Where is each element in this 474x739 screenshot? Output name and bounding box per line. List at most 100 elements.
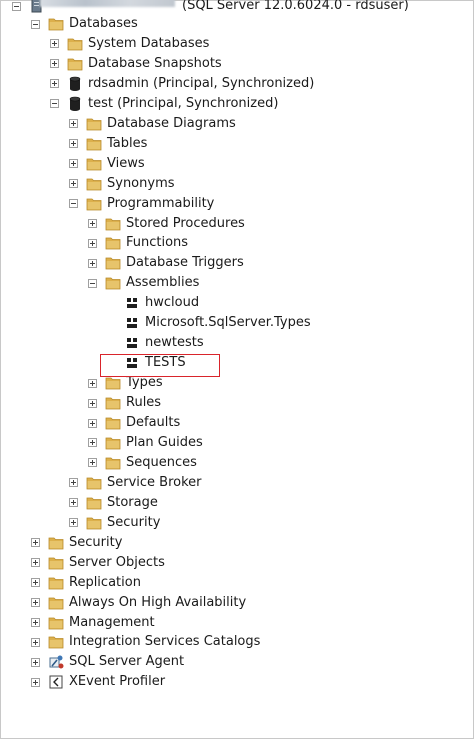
- expand-plus-icon[interactable]: [31, 558, 40, 568]
- tree-node-defaults[interactable]: Defaults: [88, 413, 180, 433]
- tree-node-label: Rules: [126, 395, 162, 411]
- tree-node-label: Tables: [107, 135, 148, 151]
- database-icon: [67, 96, 83, 112]
- tree-node-server-objects[interactable]: Server Objects: [31, 553, 165, 573]
- tree-node-database-triggers[interactable]: Database Triggers: [88, 253, 244, 273]
- tree-node-label: Synonyms: [107, 175, 175, 191]
- tree-node-synonyms[interactable]: Synonyms: [69, 174, 175, 194]
- tree-node-sequences[interactable]: Sequences: [88, 453, 197, 473]
- expand-plus-icon[interactable]: [31, 598, 40, 608]
- tree-node-label: Security: [107, 514, 161, 530]
- expand-plus-icon[interactable]: [31, 578, 40, 588]
- tree-node-views[interactable]: Views: [69, 154, 145, 174]
- tree-node-newtests[interactable]: newtests: [107, 333, 204, 353]
- expand-plus-icon[interactable]: [88, 219, 97, 228]
- folder-icon: [105, 375, 121, 391]
- expand-plus-icon[interactable]: [31, 618, 40, 627]
- collapse-minus-icon[interactable]: [31, 19, 40, 29]
- expand-plus-icon[interactable]: [31, 637, 40, 647]
- expand-plus-icon[interactable]: [88, 258, 97, 268]
- assembly-icon: [124, 295, 140, 311]
- expand-plus-icon[interactable]: [69, 179, 78, 189]
- tree-node-functions[interactable]: Functions: [88, 233, 188, 253]
- expand-plus-icon[interactable]: [69, 119, 78, 129]
- expand-plus-icon[interactable]: [69, 139, 78, 149]
- tree-node-system-databases[interactable]: System Databases: [50, 34, 209, 54]
- folder-icon: [86, 515, 102, 531]
- agent-icon: [48, 654, 64, 670]
- expand-plus-icon[interactable]: [31, 677, 40, 687]
- expand-plus-icon[interactable]: [31, 538, 40, 548]
- tree-node-microsoft-sqlserver-types[interactable]: Microsoft.SqlServer.Types: [107, 313, 311, 333]
- expand-plus-icon[interactable]: [50, 79, 59, 89]
- expand-plus-icon[interactable]: [88, 398, 97, 408]
- folder-icon: [48, 634, 64, 650]
- folder-icon: [48, 16, 64, 32]
- collapse-server-icon[interactable]: [12, 1, 21, 11]
- tree-node-label: Database Snapshots: [88, 55, 222, 71]
- tree-node-label: test (Principal, Synchronized): [88, 95, 279, 111]
- folder-icon: [48, 575, 64, 591]
- collapse-minus-icon[interactable]: [50, 99, 59, 109]
- expand-plus-icon[interactable]: [31, 657, 40, 667]
- tree-node-integration-services-catalogs[interactable]: Integration Services Catalogs: [31, 632, 260, 652]
- expand-plus-icon[interactable]: [50, 59, 59, 69]
- tree-node-security[interactable]: Security: [69, 513, 160, 533]
- tree-node-label: Storage: [107, 494, 158, 510]
- tree-node-databases[interactable]: Databases: [31, 14, 138, 34]
- tree-node-sql-server-agent[interactable]: SQL Server Agent: [31, 652, 184, 672]
- folder-icon: [48, 615, 64, 631]
- folder-icon: [105, 395, 121, 411]
- collapse-minus-icon[interactable]: [69, 199, 78, 209]
- folder-icon: [105, 235, 121, 251]
- tree-node-rules[interactable]: Rules: [88, 393, 161, 413]
- folder-icon: [48, 535, 64, 551]
- profiler-icon: [48, 674, 64, 690]
- expand-plus-icon[interactable]: [69, 478, 78, 488]
- tree-node-programmability[interactable]: Programmability: [69, 194, 214, 214]
- tree-node-stored-procedures[interactable]: Stored Procedures: [88, 214, 245, 234]
- expand-plus-icon[interactable]: [50, 39, 59, 49]
- expand-plus-icon[interactable]: [88, 458, 97, 468]
- tree-node-database-snapshots[interactable]: Database Snapshots: [50, 54, 222, 74]
- tree-node-always-on-high-availability[interactable]: Always On High Availability: [31, 593, 246, 613]
- expand-plus-icon[interactable]: [69, 498, 78, 508]
- tree-node-label: Service Broker: [107, 474, 202, 490]
- folder-icon: [67, 36, 83, 52]
- collapse-minus-icon[interactable]: [88, 278, 97, 288]
- expand-plus-icon[interactable]: [88, 238, 97, 248]
- tree-node-assemblies[interactable]: Assemblies: [88, 273, 199, 293]
- tree-node-database-diagrams[interactable]: Database Diagrams: [69, 114, 236, 134]
- tree-node-plan-guides[interactable]: Plan Guides: [88, 433, 203, 453]
- tests-highlight-box: [100, 354, 220, 377]
- expand-plus-icon[interactable]: [88, 378, 97, 388]
- tree-node-hwcloud[interactable]: hwcloud: [107, 293, 199, 313]
- server-name-blurred: [40, 0, 175, 7]
- expand-plus-icon[interactable]: [69, 518, 78, 528]
- tree-node-security[interactable]: Security: [31, 533, 122, 553]
- expand-plus-icon[interactable]: [88, 438, 97, 448]
- tree-node-tables[interactable]: Tables: [69, 134, 147, 154]
- database-icon: [67, 76, 83, 92]
- tree-node-test-principal-synchronized[interactable]: test (Principal, Synchronized): [50, 94, 278, 114]
- tree-node-label: Server Objects: [69, 554, 165, 570]
- tree-node-replication[interactable]: Replication: [31, 573, 141, 593]
- expand-plus-icon[interactable]: [69, 159, 78, 169]
- folder-icon: [67, 56, 83, 72]
- folder-icon: [105, 435, 121, 451]
- folder-icon: [86, 156, 102, 172]
- tree-node-rdsadmin-principal-synchronized[interactable]: rdsadmin (Principal, Synchronized): [50, 74, 314, 94]
- tree-node-label: Integration Services Catalogs: [69, 634, 261, 650]
- tree-node-xevent-profiler[interactable]: XEvent Profiler: [31, 672, 165, 692]
- tree-node-management[interactable]: Management: [31, 613, 155, 633]
- tree-node-storage[interactable]: Storage: [69, 493, 158, 513]
- folder-icon: [105, 415, 121, 431]
- tree-node-label: Database Diagrams: [107, 115, 236, 131]
- folder-icon: [86, 176, 102, 192]
- folder-icon: [86, 475, 102, 491]
- tree-node-label: Plan Guides: [126, 434, 203, 450]
- tree-node-label: Programmability: [107, 195, 215, 211]
- expand-plus-icon[interactable]: [88, 418, 97, 428]
- tree-node-service-broker[interactable]: Service Broker: [69, 473, 202, 493]
- folder-icon: [86, 196, 102, 212]
